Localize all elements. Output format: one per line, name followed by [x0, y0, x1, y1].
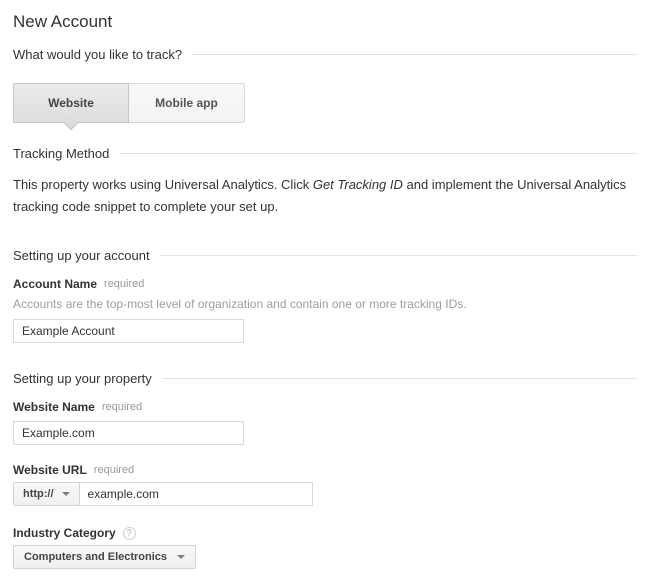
section-divider — [162, 378, 637, 379]
help-icon[interactable]: ? — [123, 527, 136, 540]
section-divider — [119, 153, 637, 154]
description-text-start: This property works using Universal Anal… — [13, 177, 313, 192]
website-url-input[interactable] — [80, 482, 313, 506]
account-section-title: Setting up your account — [13, 248, 150, 263]
track-section-heading: What would you like to track? — [13, 47, 637, 62]
dropdown-arrow-icon — [177, 555, 185, 559]
website-url-label-row: Website URL required — [13, 463, 637, 477]
active-tab-pointer-icon — [64, 116, 78, 130]
account-name-label-row: Account Name required — [13, 277, 637, 291]
page-title: New Account — [13, 12, 637, 32]
website-url-field: Website URL required http:// — [13, 463, 637, 506]
track-section-title: What would you like to track? — [13, 47, 182, 62]
website-url-label: Website URL — [13, 463, 87, 477]
tab-website-label: Website — [48, 96, 94, 110]
url-protocol-value: http:// — [23, 488, 54, 500]
website-name-label-row: Website Name required — [13, 400, 637, 414]
required-badge: required — [94, 464, 134, 476]
section-divider — [192, 54, 637, 55]
account-name-input[interactable] — [13, 319, 244, 343]
industry-category-label: Industry Category — [13, 526, 116, 540]
tracking-method-title: Tracking Method — [13, 146, 109, 161]
url-protocol-dropdown[interactable]: http:// — [13, 482, 80, 506]
account-name-label: Account Name — [13, 277, 97, 291]
new-account-page: New Account What would you like to track… — [0, 0, 650, 576]
property-section-title: Setting up your property — [13, 371, 152, 386]
section-divider — [160, 255, 637, 256]
tracking-method-description: This property works using Universal Anal… — [13, 174, 635, 218]
tracking-method-heading: Tracking Method — [13, 146, 637, 161]
tab-website[interactable]: Website — [13, 83, 129, 123]
industry-category-value: Computers and Electronics — [24, 551, 167, 563]
dropdown-arrow-icon — [62, 492, 70, 496]
account-name-field: Account Name required Accounts are the t… — [13, 277, 637, 343]
required-badge: required — [104, 278, 144, 290]
industry-category-field: Industry Category ? Computers and Electr… — [13, 526, 637, 569]
website-name-field: Website Name required — [13, 400, 637, 445]
account-section-heading: Setting up your account — [13, 248, 637, 263]
required-badge: required — [102, 401, 142, 413]
website-url-group: http:// — [13, 482, 637, 506]
industry-category-label-row: Industry Category ? — [13, 526, 637, 540]
website-name-input[interactable] — [13, 421, 244, 445]
tab-mobile-app[interactable]: Mobile app — [129, 83, 245, 123]
website-name-label: Website Name — [13, 400, 95, 414]
account-name-helper-text: Accounts are the top-most level of organ… — [13, 297, 637, 311]
track-type-tabs: Website Mobile app — [13, 83, 637, 123]
tab-mobile-app-label: Mobile app — [155, 96, 218, 110]
get-tracking-id-emphasis: Get Tracking ID — [313, 177, 403, 192]
industry-category-dropdown-wrap: Computers and Electronics — [13, 545, 637, 569]
industry-category-dropdown[interactable]: Computers and Electronics — [13, 545, 196, 569]
property-section-heading: Setting up your property — [13, 371, 637, 386]
